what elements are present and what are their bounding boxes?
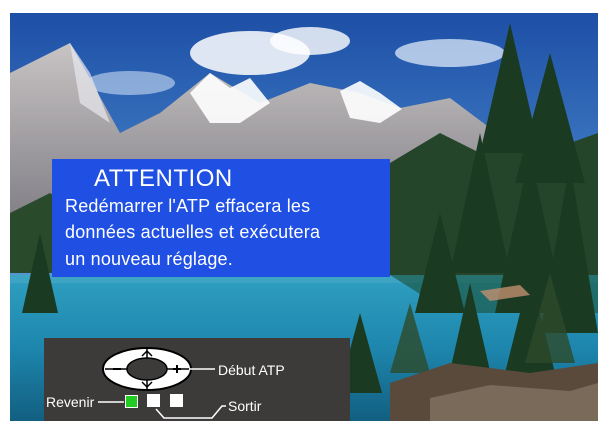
remote-control-legend: Début ATP Revenir Sortir [44, 338, 350, 421]
dialog-message-line-2: données actuelles et exécutera [65, 222, 321, 242]
exit-white-button-icon [147, 394, 160, 407]
exit-white-button-icon [170, 394, 183, 407]
back-label: Revenir [46, 394, 95, 410]
exit-label: Sortir [228, 398, 262, 414]
attention-dialog: ATTENTION Redémarrer l'ATP effacera les … [52, 159, 390, 277]
back-green-button-icon [125, 395, 138, 408]
dialog-message-line-1: Redémarrer l'ATP effacera les [65, 196, 311, 216]
dialog-message-line-3: un nouveau réglage. [65, 249, 233, 269]
start-atp-label: Début ATP [218, 362, 285, 378]
screen: ATTENTION Redémarrer l'ATP effacera les … [10, 13, 598, 421]
dialog-title: ATTENTION [94, 165, 233, 192]
